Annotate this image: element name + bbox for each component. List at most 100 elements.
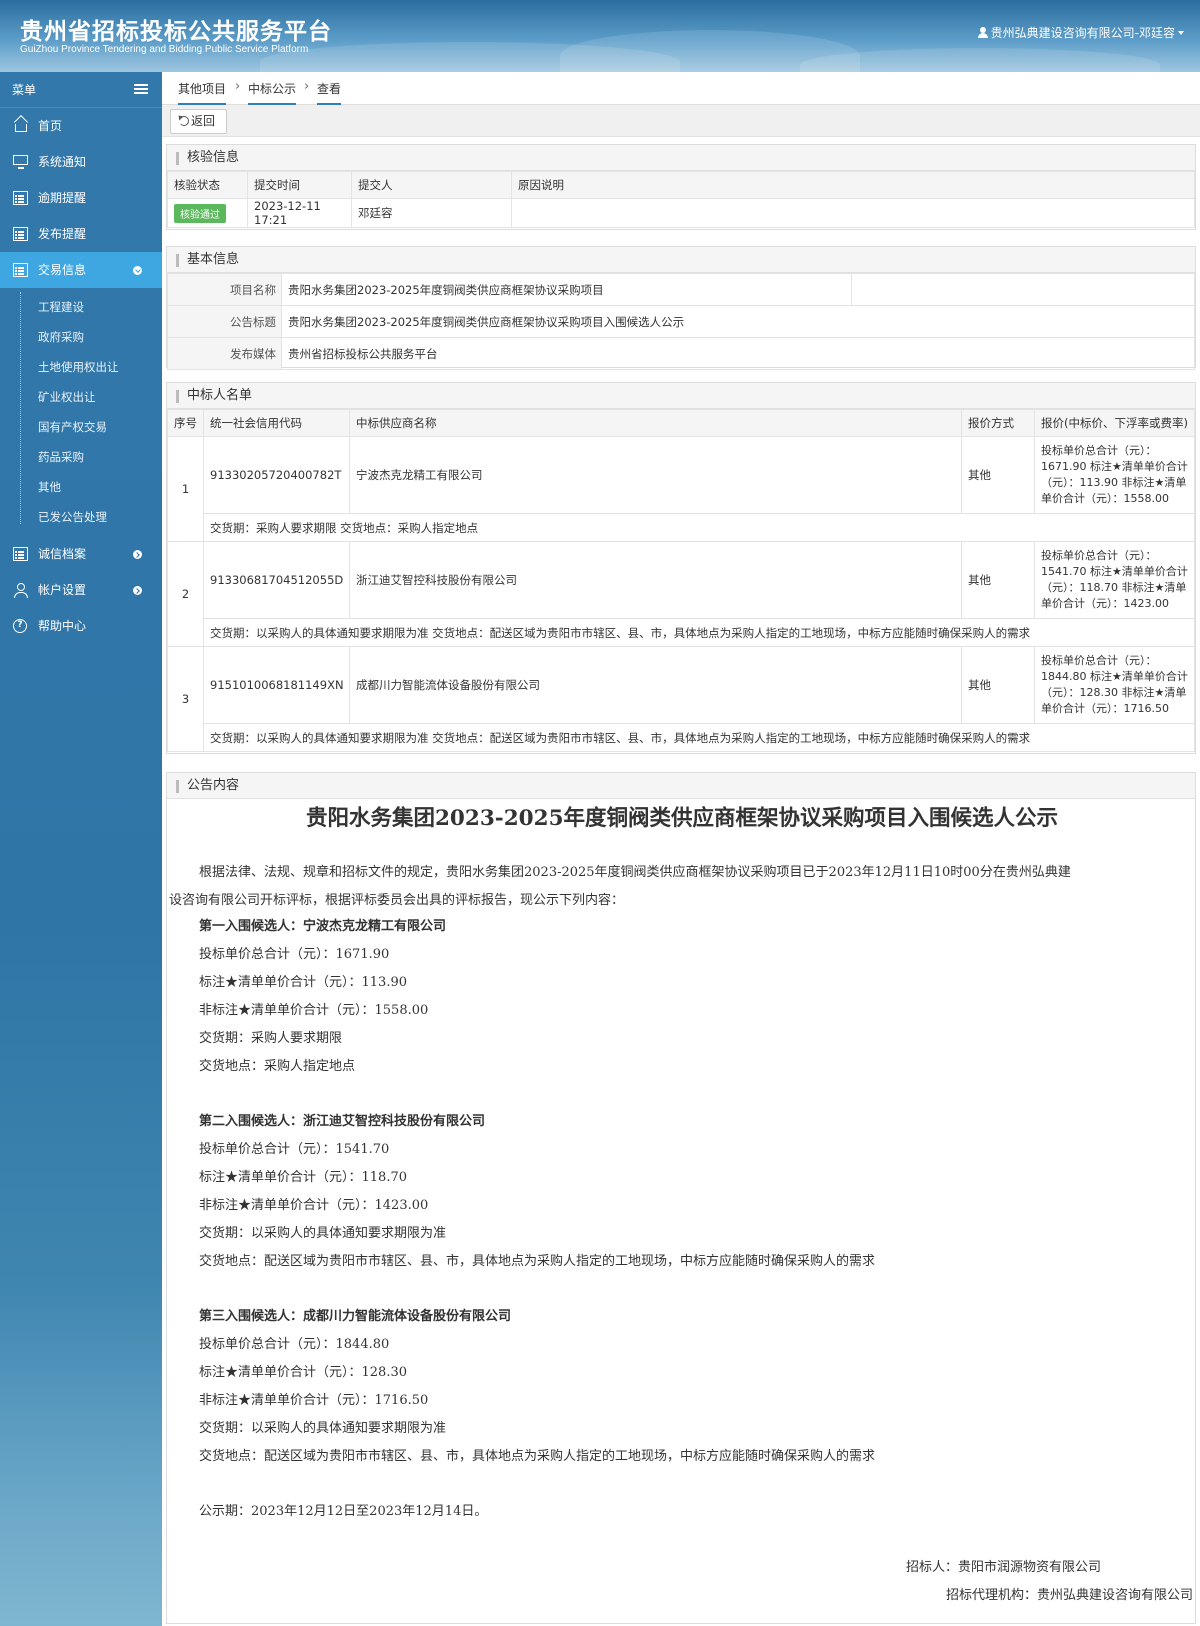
column-header: 核验状态 [167, 171, 248, 199]
submenu-item-published-notices[interactable]: 已发公告处理 [0, 502, 162, 532]
delivery-row: 交货期：以采购人的具体通知要求期限为准 交货地点：配送区域为贵阳市市辖区、县、市… [168, 723, 1195, 752]
sidebar-item-label: 交易信息 [38, 263, 87, 277]
submenu-item-drug-procurement[interactable]: 药品采购 [0, 442, 162, 472]
sidebar-item-home[interactable]: 首页 [0, 108, 162, 144]
breadcrumb-item[interactable]: 中标公示 [248, 80, 297, 105]
sidebar-item-overdue[interactable]: 逾期提醒 [0, 180, 162, 216]
candidate-line: 交货期：采购人要求期限 [199, 1031, 343, 1046]
return-icon [179, 116, 189, 126]
field-label: 项目名称 [167, 273, 282, 306]
table-row: 3 9151010068181149XN 成都川力智能流体设备股份有限公司 其他… [167, 646, 1195, 752]
info-row: 公告标题 贵阳水务集团2023-2025年度铜阀类供应商框架协议采购项目入围候选… [167, 305, 1195, 338]
sidebar-item-account-settings[interactable]: 帐户设置 [0, 572, 162, 608]
row-number: 1 [167, 436, 204, 542]
sidebar-item-label: 帐户设置 [38, 583, 87, 597]
sidebar-item-help[interactable]: ? 帮助中心 [0, 608, 162, 644]
sidebar-item-transactions[interactable]: 交易信息 [0, 252, 162, 288]
verification-panel: 核验信息 核验状态 提交时间 提交人 原因说明 核验通过 2023-12-11 … [166, 144, 1196, 230]
supplier-name: 成都川力智能流体设备股份有限公司 [349, 646, 962, 724]
column-header: 提交时间 [247, 171, 352, 199]
column-header: 序号 [167, 409, 204, 437]
candidate-line: 非标注★清单单价合计（元）：1423.00 [199, 1198, 429, 1213]
candidate-line: 投标单价总合计（元）：1541.70 [199, 1142, 390, 1157]
user-icon [977, 27, 988, 38]
panel-title: 核验信息 [167, 145, 1195, 171]
candidate-line: 标注★清单单价合计（元）：118.70 [199, 1170, 407, 1185]
quote-method: 其他 [961, 541, 1035, 619]
notice-title: 贵阳水务集团2023-2025年度铜阀类供应商框架协议采购项目入围候选人公示 [305, 806, 1059, 831]
user-menu[interactable]: 贵州弘典建设咨询有限公司-邓廷容 [977, 24, 1184, 41]
sidebar-item-label: 首页 [38, 119, 63, 133]
sidebar-item-label: 诚信档案 [38, 547, 87, 561]
field-value: 贵州省招标投标公共服务平台 [281, 337, 1195, 370]
column-header: 中标供应商名称 [349, 409, 962, 437]
candidate-line: 标注★清单单价合计（元）：113.90 [199, 975, 407, 990]
field-label: 公告标题 [167, 305, 282, 338]
submenu-item-government-procurement[interactable]: 政府采购 [0, 322, 162, 352]
panel-title: 基本信息 [167, 247, 1195, 273]
submenu-item-other[interactable]: 其他 [0, 472, 162, 502]
site-subtitle: GuiZhou Province Tendering and Bidding P… [20, 44, 309, 55]
delivery-info: 交货期：以采购人的具体通知要求期限为准 交货地点：配送区域为贵阳市市辖区、县、市… [203, 618, 1195, 647]
candidate-line: 非标注★清单单价合计（元）：1558.00 [199, 1003, 429, 1018]
candidate-line: 投标单价总合计（元）：1844.80 [199, 1337, 390, 1352]
submenu-item-mining-rights[interactable]: 矿业权出让 [0, 382, 162, 412]
status-cell: 核验通过 [167, 198, 248, 228]
submenu-item-land-use[interactable]: 土地使用权出让 [0, 352, 162, 382]
toolbar: 返回 [162, 105, 1200, 137]
hamburger-icon[interactable] [134, 84, 148, 94]
submitter-cell: 邓廷容 [351, 198, 512, 228]
monitor-icon [13, 155, 28, 169]
header: 贵州省招标投标公共服务平台 GuiZhou Province Tendering… [0, 0, 1200, 72]
breadcrumb-item[interactable]: 其他项目 [178, 80, 227, 105]
candidate-heading: 第一入围候选人：宁波杰克龙精工有限公司 [199, 919, 447, 934]
column-header: 统一社会信用代码 [203, 409, 350, 437]
back-button[interactable]: 返回 [170, 109, 227, 134]
tender-agent: 招标代理机构：贵州弘典建设咨询有限公司 [945, 1588, 1193, 1603]
status-badge: 核验通过 [174, 203, 226, 223]
column-header: 报价(中标价、下浮率或费率) [1034, 409, 1195, 437]
winners-panel: 中标人名单 序号 统一社会信用代码 中标供应商名称 报价方式 报价(中标价、下浮… [166, 382, 1196, 754]
sidebar-item-label: 发布提醒 [38, 227, 87, 241]
delivery-info: 交货期：以采购人的具体通知要求期限为准 交货地点：配送区域为贵阳市市辖区、县、市… [203, 723, 1195, 752]
sidebar-item-publish-reminder[interactable]: 发布提醒 [0, 216, 162, 252]
submenu-item-state-property[interactable]: 国有产权交易 [0, 412, 162, 442]
info-row: 发布媒体 贵州省招标投标公共服务平台 [167, 337, 1195, 370]
transactions-submenu: 工程建设 政府采购 土地使用权出让 矿业权出让 国有产权交易 药品采购 其他 已… [0, 288, 162, 536]
field-value: 贵阳水务集团2023-2025年度铜阀类供应商框架协议采购项目入围候选人公示 [281, 305, 1195, 338]
submenu-item-engineering[interactable]: 工程建设 [0, 292, 162, 322]
tenderer: 招标人：贵阳市润源物资有限公司 [905, 1560, 1101, 1575]
breadcrumb-separator: › [304, 79, 310, 94]
breadcrumb-separator: › [235, 79, 241, 94]
column-header: 提交人 [351, 171, 512, 199]
back-button-label: 返回 [191, 114, 216, 128]
sidebar: 菜单 首页 系统通知 逾期提醒 发布提醒 交易信息 工程建设 政府采购 土地使用… [0, 72, 162, 1626]
home-icon [15, 124, 27, 132]
table-row: 核验通过 2023-12-11 17:21 邓廷容 [167, 198, 1195, 228]
reason-cell [511, 198, 1195, 228]
sidebar-item-label: 系统通知 [38, 155, 87, 169]
quote-method: 其他 [961, 436, 1035, 514]
list-icon [13, 547, 28, 561]
info-row: 项目名称 贵阳水务集团2023-2025年度铜阀类供应商框架协议采购项目 [167, 273, 1195, 306]
caret-down-icon [1178, 31, 1184, 35]
list-icon [13, 227, 28, 241]
time-cell: 2023-12-11 17:21 [247, 198, 352, 228]
basic-info-panel: 基本信息 项目名称 贵阳水务集团2023-2025年度铜阀类供应商框架协议采购项… [166, 246, 1196, 370]
supplier-name: 宁波杰克龙精工有限公司 [349, 436, 962, 514]
sidebar-item-notifications[interactable]: 系统通知 [0, 144, 162, 180]
candidate-line: 交货期：以采购人的具体通知要求期限为准 [199, 1226, 447, 1241]
quote-method: 其他 [961, 646, 1035, 724]
sidebar-item-credit-files[interactable]: 诚信档案 [0, 536, 162, 572]
table-row: 1 91330205720400782T 宁波杰克龙精工有限公司 其他 投标单价… [167, 436, 1195, 542]
candidate-heading: 第二入围候选人：浙江迪艾智控科技股份有限公司 [199, 1114, 486, 1129]
quote-value: 投标单价总合计（元）：1844.80 标注★清单单价合计（元）：128.30 非… [1034, 646, 1195, 724]
candidate-line: 交货期：以采购人的具体通知要求期限为准 [199, 1421, 447, 1436]
column-header: 报价方式 [961, 409, 1035, 437]
field-value: 贵阳水务集团2023-2025年度铜阀类供应商框架协议采购项目 [281, 273, 852, 306]
delivery-row: 交货期：采购人要求期限 交货地点：采购人指定地点 [168, 513, 1195, 542]
field-empty [851, 273, 1195, 306]
column-header: 原因说明 [511, 171, 1195, 199]
candidate-heading: 第三入围候选人：成都川力智能流体设备股份有限公司 [199, 1309, 512, 1324]
panel-title: 公告内容 [167, 773, 1195, 799]
